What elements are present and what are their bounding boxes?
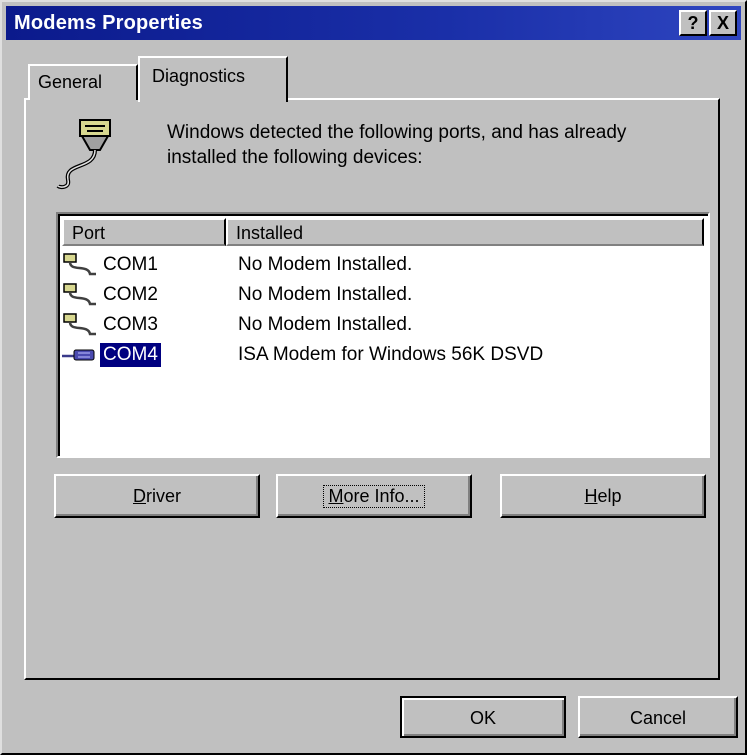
- modem-icon: [62, 349, 95, 361]
- serial-port-icon: [63, 313, 96, 336]
- list-item[interactable]: COM2 No Modem Installed.: [62, 280, 702, 310]
- tab-general[interactable]: General: [28, 64, 138, 100]
- port-name: COM2: [103, 284, 158, 305]
- serial-cable-icon: [56, 119, 111, 190]
- list-item[interactable]: COM3 No Modem Installed.: [62, 310, 702, 340]
- cancel-button[interactable]: Cancel: [578, 696, 738, 738]
- installed-device: ISA Modem for Windows 56K DSVD: [238, 344, 544, 365]
- list-item[interactable]: COM1 No Modem Installed.: [62, 250, 702, 280]
- list-item[interactable]: COM4 ISA Modem for Windows 56K DSVD: [62, 340, 702, 370]
- close-title-button[interactable]: X: [709, 10, 737, 36]
- tab-diagnostics[interactable]: Diagnostics: [138, 56, 288, 102]
- column-header-port[interactable]: Port: [62, 218, 226, 246]
- driver-button[interactable]: Driver: [54, 474, 260, 518]
- more-info-button-label: More Info...: [323, 485, 425, 508]
- port-name: COM1: [103, 254, 158, 275]
- installed-device: No Modem Installed.: [238, 314, 413, 335]
- help-button[interactable]: Help: [500, 474, 706, 518]
- tab-diagnostics-label: Diagnostics: [152, 66, 246, 86]
- column-header-installed[interactable]: Installed: [226, 218, 704, 246]
- serial-port-icon: [63, 253, 96, 276]
- help-button-label: Help: [584, 486, 622, 506]
- help-title-button[interactable]: ?: [679, 10, 707, 36]
- port-name-selected: COM4: [100, 343, 161, 367]
- ok-button[interactable]: OK: [400, 696, 566, 738]
- modems-properties-window: Modems Properties ? X General Diagnostic…: [0, 0, 747, 755]
- port-name: COM3: [103, 314, 158, 335]
- title-bar[interactable]: Modems Properties ? X: [6, 6, 741, 40]
- cancel-button-label: Cancel: [629, 708, 687, 728]
- serial-port-icon: [63, 283, 96, 306]
- ports-list[interactable]: Port Installed COM1 No Modem Installed. …: [56, 212, 710, 458]
- more-info-button[interactable]: More Info...: [276, 474, 472, 518]
- window-title: Modems Properties: [14, 12, 204, 34]
- installed-device: No Modem Installed.: [238, 254, 413, 275]
- info-text: Windows detected the following ports, an…: [167, 122, 627, 168]
- ok-button-label: OK: [469, 708, 496, 728]
- driver-button-label: Driver: [133, 486, 181, 506]
- tab-general-label: General: [38, 72, 103, 92]
- installed-device: No Modem Installed.: [238, 284, 413, 305]
